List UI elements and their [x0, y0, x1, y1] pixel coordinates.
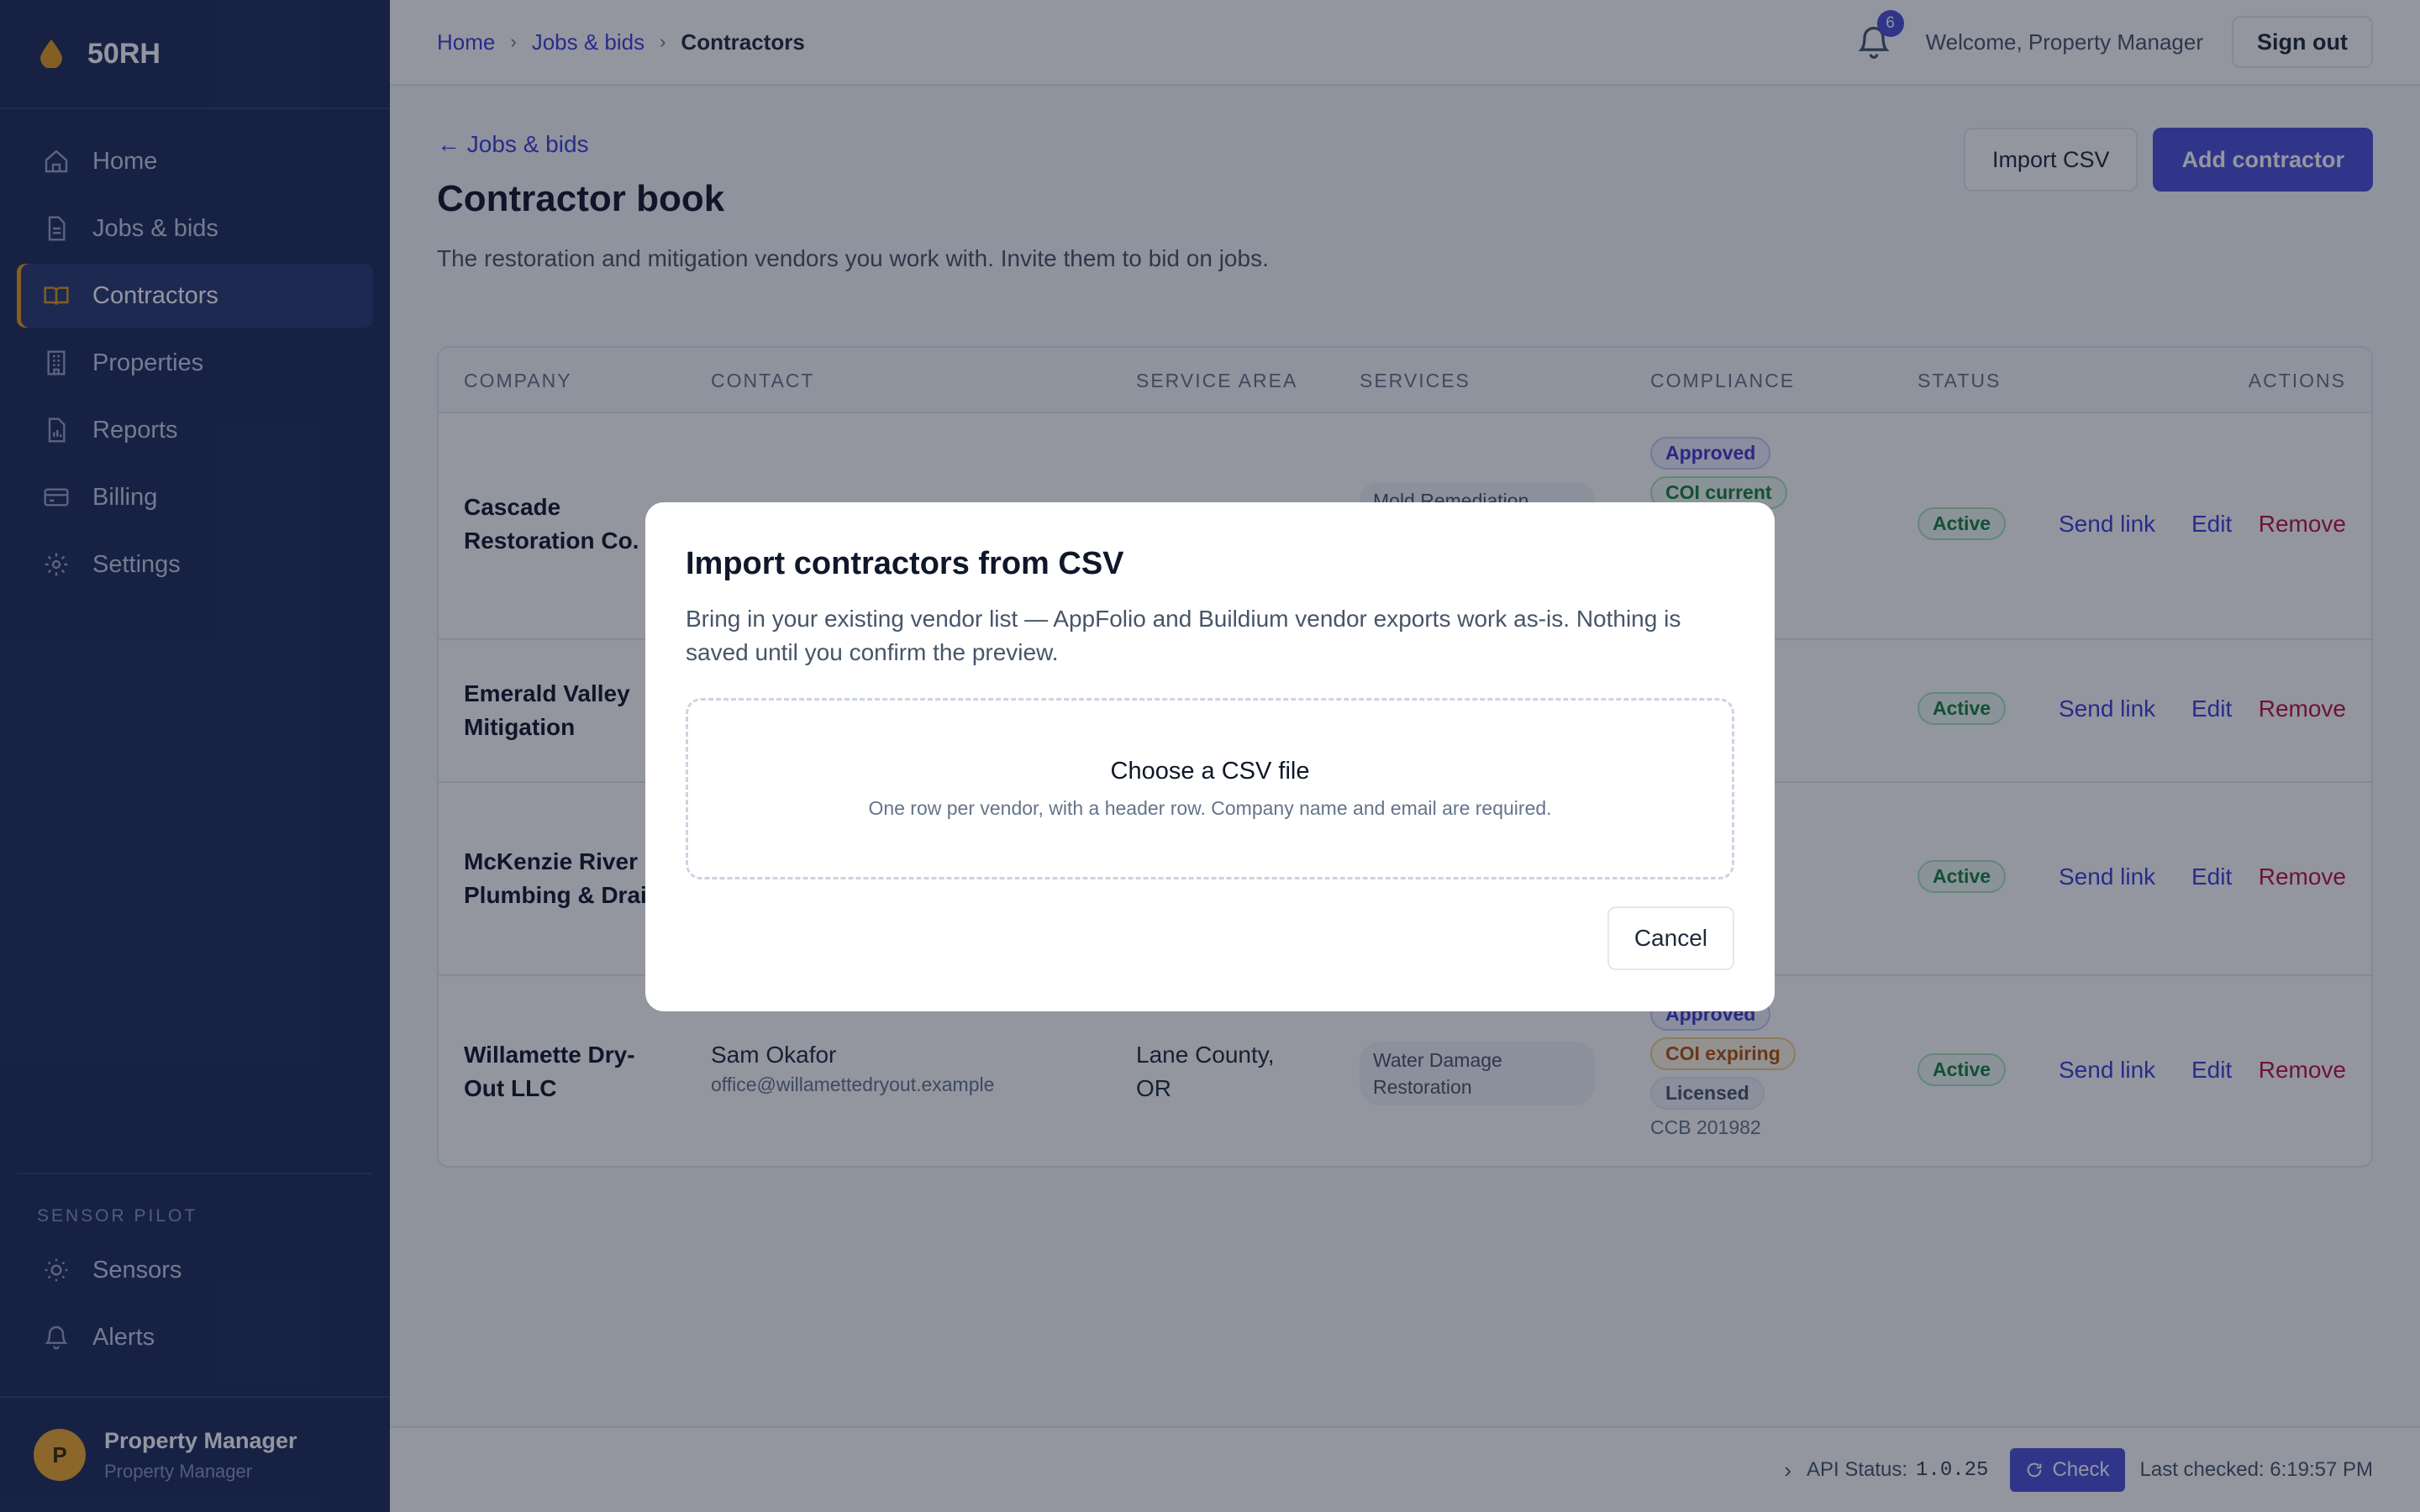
- cancel-button[interactable]: Cancel: [1607, 906, 1734, 970]
- import-csv-dialog: Import contractors from CSV Bring in you…: [645, 502, 1775, 1011]
- dropzone-hint: One row per vendor, with a header row. C…: [868, 797, 1552, 819]
- dropzone-title: Choose a CSV file: [1110, 758, 1310, 785]
- dialog-description: Bring in your existing vendor list — App…: [686, 606, 1681, 665]
- csv-file-dropzone[interactable]: Choose a CSV file One row per vendor, wi…: [686, 698, 1734, 879]
- dialog-title: Import contractors from CSV: [686, 546, 1124, 581]
